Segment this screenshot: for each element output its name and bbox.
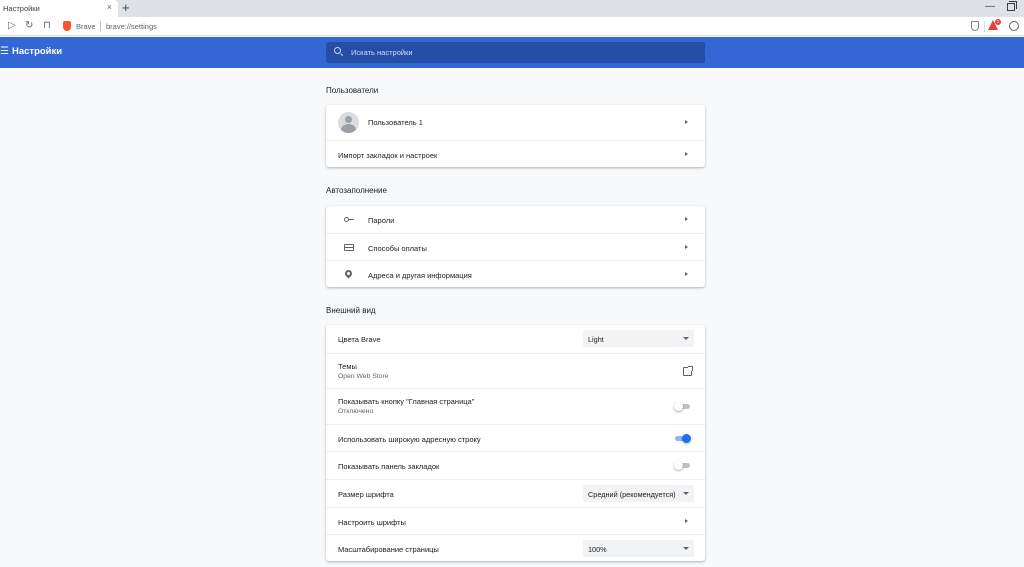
brave-colors-select[interactable]: Light	[583, 330, 694, 347]
brave-logo-icon	[63, 21, 71, 31]
credit-card-icon	[344, 244, 354, 251]
customize-fonts-label: Настроить шрифты	[338, 518, 406, 527]
url-separator	[100, 21, 101, 31]
brave-colors-row: Цвета Brave Light	[326, 325, 705, 353]
wide-address-label: Использовать широкую адресную строку	[338, 435, 481, 444]
passwords-label: Пароли	[368, 216, 395, 225]
brave-shields-icon[interactable]	[971, 21, 979, 31]
home-button-row[interactable]: Показывать кнопку "Главная страница" Отк…	[326, 388, 705, 424]
tab-strip: Настройки × + —	[0, 0, 1024, 17]
home-button-label: Показывать кнопку "Главная страница"	[338, 397, 475, 406]
chevron-right-icon	[685, 217, 688, 221]
section-title-users: Пользователи	[326, 86, 379, 95]
tab-close-icon[interactable]: ×	[107, 2, 112, 12]
section-title-autofill: Автозаполнение	[326, 186, 387, 195]
profile-name: Пользователь 1	[368, 118, 423, 127]
open-external-icon[interactable]	[683, 366, 693, 376]
themes-sub: Open Web Store	[338, 373, 389, 380]
bookmarks-bar-toggle[interactable]	[674, 461, 691, 471]
url-brand: Brave	[76, 22, 96, 31]
profile-row[interactable]: Пользователь 1	[326, 105, 705, 140]
section-title-appearance: Внешний вид	[326, 306, 376, 315]
chevron-right-icon	[685, 519, 688, 523]
bookmark-icon[interactable]: ⊓	[43, 20, 51, 32]
chevron-right-icon	[685, 272, 688, 276]
autofill-card: Пароли Способы оплаты Адреса и другая ин…	[326, 206, 705, 287]
font-size-select[interactable]: Средний (рекомендуется)	[583, 485, 694, 502]
font-size-label: Размер шрифта	[338, 490, 394, 499]
themes-label: Темы	[338, 362, 357, 371]
minimize-icon[interactable]: —	[985, 0, 995, 14]
chevron-down-icon	[683, 337, 689, 340]
customize-fonts-row[interactable]: Настроить шрифты	[326, 507, 705, 534]
location-pin-icon	[343, 268, 354, 279]
page-zoom-label: Масштабирование страницы	[338, 545, 439, 554]
font-size-row: Размер шрифта Средний (рекомендуется)	[326, 479, 705, 507]
appearance-card: Цвета Brave Light Темы Open Web Store По…	[326, 325, 705, 561]
brave-colors-value: Light	[588, 334, 604, 344]
passwords-row[interactable]: Пароли	[326, 206, 705, 233]
page-zoom-value: 100%	[588, 544, 607, 554]
new-tab-button[interactable]: +	[122, 0, 130, 16]
chevron-down-icon	[683, 492, 689, 495]
tab-title: Настройки	[3, 4, 40, 13]
notification-badge: 1	[995, 19, 1001, 25]
page-zoom-select[interactable]: 100%	[583, 540, 694, 557]
chevron-down-icon	[683, 547, 689, 550]
search-input[interactable]: Искать настройки	[326, 42, 705, 63]
key-icon	[344, 217, 354, 222]
users-card: Пользователь 1 Импорт закладок и настрое…	[326, 105, 705, 167]
reload-icon[interactable]: ↻	[25, 20, 33, 32]
font-size-value: Средний (рекомендуется)	[588, 489, 676, 499]
bookmarks-bar-row[interactable]: Показывать панель закладок	[326, 451, 705, 479]
payment-label: Способы оплаты	[368, 244, 427, 253]
wide-address-toggle[interactable]	[674, 434, 691, 444]
address-bar[interactable]: brave://settings	[106, 22, 157, 31]
search-icon	[334, 47, 341, 54]
menu-icon[interactable]: ☰	[0, 47, 9, 57]
chevron-right-icon	[685, 152, 688, 156]
page-title: Настройки	[12, 46, 63, 57]
payment-row[interactable]: Способы оплаты	[326, 233, 705, 260]
toolbar-divider	[984, 21, 985, 32]
themes-row[interactable]: Темы Open Web Store	[326, 353, 705, 388]
wide-address-row[interactable]: Использовать широкую адресную строку	[326, 424, 705, 451]
chevron-right-icon	[685, 245, 688, 249]
browser-toolbar: ▷ ↻ ⊓ Brave brave://settings 1	[0, 17, 1024, 36]
tab-settings[interactable]: Настройки ×	[0, 0, 118, 17]
import-label: Импорт закладок и настроек	[338, 151, 438, 160]
brave-colors-label: Цвета Brave	[338, 335, 381, 344]
profile-icon[interactable]	[1009, 21, 1019, 31]
back-icon[interactable]: ▷	[8, 20, 16, 32]
restore-window-icon[interactable]	[1007, 1, 1017, 11]
addresses-label: Адреса и другая информация	[368, 271, 472, 280]
home-button-sub: Отключено	[338, 408, 374, 415]
home-button-toggle[interactable]	[674, 402, 691, 412]
import-bookmarks-row[interactable]: Импорт закладок и настроек	[326, 140, 705, 167]
avatar	[338, 112, 359, 133]
page-zoom-row: Масштабирование страницы 100%	[326, 534, 705, 561]
bookmarks-bar-label: Показывать панель закладок	[338, 462, 440, 471]
addresses-row[interactable]: Адреса и другая информация	[326, 260, 705, 287]
search-placeholder: Искать настройки	[351, 48, 413, 57]
chevron-right-icon	[685, 120, 688, 124]
